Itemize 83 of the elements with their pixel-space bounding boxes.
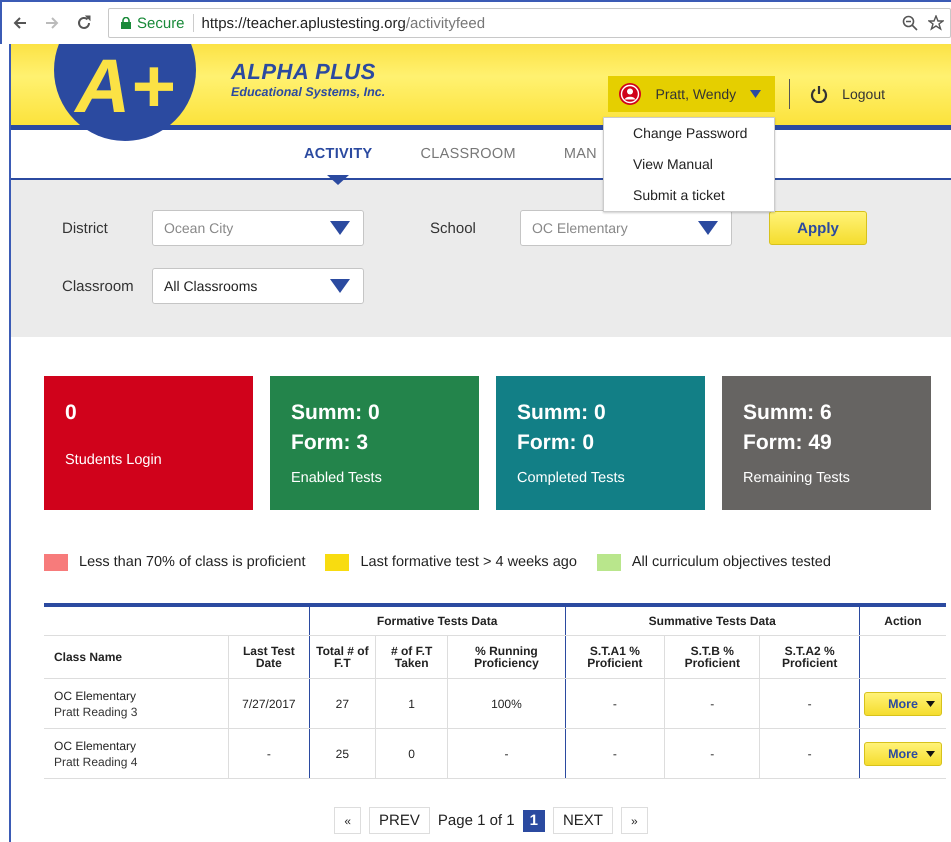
lock-icon bbox=[121, 17, 131, 29]
dropdown-arrow-icon bbox=[330, 221, 350, 235]
table-cell: - bbox=[612, 746, 617, 760]
filter-label: School bbox=[430, 220, 477, 236]
back-icon[interactable] bbox=[12, 15, 28, 31]
class-name: OC Elementary bbox=[54, 738, 138, 752]
dropdown-arrow-icon bbox=[330, 279, 350, 293]
table-cell: 27 bbox=[336, 696, 350, 710]
stat-value: Form: 3 bbox=[291, 430, 370, 456]
table-cell: 0 bbox=[408, 746, 415, 760]
apply-button[interactable]: Apply bbox=[769, 211, 867, 245]
stat-caption: Students Login bbox=[65, 452, 163, 468]
logout-link[interactable]: Logout bbox=[810, 84, 885, 102]
table-cell: 1 bbox=[408, 696, 415, 710]
table-cell: - bbox=[710, 746, 714, 760]
nav-tab[interactable]: MAN bbox=[564, 130, 597, 185]
stat-caption: Remaining Tests bbox=[743, 470, 851, 486]
nav-tab[interactable]: ACTIVITY bbox=[304, 130, 372, 185]
caret-icon bbox=[926, 750, 935, 756]
menu-item[interactable]: View Manual bbox=[604, 149, 774, 180]
stat-value: Form: 49 bbox=[743, 430, 833, 456]
legend-label: Last formative test > 4 weeks ago bbox=[360, 554, 577, 570]
stat-value: Summ: 0 bbox=[517, 400, 607, 426]
menu-item[interactable]: Submit a ticket bbox=[604, 180, 774, 211]
user-icon bbox=[618, 82, 642, 106]
table-cell: - bbox=[266, 746, 271, 760]
user-menu-button[interactable]: Pratt, Wendy bbox=[608, 76, 776, 112]
column-header: Total # of F.T bbox=[309, 636, 376, 678]
stat-value: Form: 0 bbox=[517, 430, 596, 456]
table-cell: - bbox=[808, 696, 812, 710]
logo-badge: A+ bbox=[54, 44, 196, 141]
power-icon bbox=[810, 84, 828, 102]
filter-label: District bbox=[62, 220, 109, 236]
column-header: S.T.A2 % Proficient bbox=[760, 636, 860, 678]
table-cell: - bbox=[808, 746, 812, 760]
first-page-button[interactable]: « bbox=[334, 807, 362, 834]
star-icon[interactable] bbox=[928, 15, 944, 31]
brand-name: ALPHA PLUS bbox=[231, 58, 377, 84]
stat-value: Summ: 6 bbox=[743, 400, 833, 426]
section-name: Pratt Reading 4 bbox=[54, 754, 138, 768]
table-cell: - bbox=[612, 696, 617, 710]
nav-tab[interactable]: CLASSROOM bbox=[420, 130, 516, 185]
zoom-icon[interactable] bbox=[902, 15, 918, 31]
reload-icon[interactable] bbox=[76, 15, 92, 31]
brand-tagline: Educational Systems, Inc. bbox=[231, 84, 386, 98]
column-header: S.T.B % Proficient bbox=[664, 636, 760, 678]
section-name: Pratt Reading 3 bbox=[54, 704, 138, 718]
class-name: OC Elementary bbox=[54, 688, 138, 702]
more-button[interactable]: More bbox=[864, 692, 942, 716]
column-header: Class Name bbox=[44, 636, 228, 678]
legend-label: Less than 70% of class is proficient bbox=[79, 554, 306, 570]
table-cell: - bbox=[504, 746, 508, 760]
secure-label: Secure bbox=[137, 14, 185, 32]
last-page-button[interactable]: » bbox=[620, 807, 648, 834]
column-group-header: Action bbox=[859, 605, 946, 636]
caret-icon bbox=[750, 90, 762, 98]
page-button[interactable]: 1 bbox=[522, 810, 545, 832]
stat-value: Summ: 0 bbox=[291, 400, 381, 426]
select-field[interactable]: All Classrooms bbox=[152, 268, 364, 304]
more-button[interactable]: More bbox=[864, 742, 942, 766]
address-field[interactable]: Secure https://teacher.aplustesting.org/activityfeed bbox=[108, 8, 951, 38]
legend-label: All curriculum objectives tested bbox=[632, 554, 831, 570]
stat-caption: Enabled Tests bbox=[291, 470, 383, 486]
url-text: https://teacher.aplustesting.org/activityfeed bbox=[202, 14, 486, 32]
page-info: Page 1 of 1 bbox=[438, 812, 515, 829]
column-header: # of F.T Taken bbox=[376, 636, 448, 678]
dropdown-arrow-icon bbox=[698, 221, 718, 235]
next-button[interactable]: NEXT bbox=[552, 807, 613, 834]
column-group-header: Formative Tests Data bbox=[309, 605, 566, 636]
column-header: Last Test Date bbox=[228, 636, 310, 678]
menu-item[interactable]: Change Password bbox=[604, 118, 774, 149]
table-cell: - bbox=[710, 696, 714, 710]
prev-button[interactable]: PREV bbox=[369, 807, 430, 834]
column-header: S.T.A1 % Proficient bbox=[565, 636, 665, 678]
filter-label: Classroom bbox=[62, 278, 135, 294]
stat-caption: Completed Tests bbox=[517, 470, 626, 486]
table-cell: 25 bbox=[336, 746, 350, 760]
column-group-header: Summative Tests Data bbox=[565, 605, 860, 636]
caret-icon bbox=[926, 700, 935, 706]
table-cell: 100% bbox=[491, 696, 522, 710]
stat-value: 0 bbox=[65, 400, 78, 426]
table-cell: 7/27/2017 bbox=[242, 696, 296, 710]
column-header: % Running Proficiency bbox=[448, 636, 566, 678]
